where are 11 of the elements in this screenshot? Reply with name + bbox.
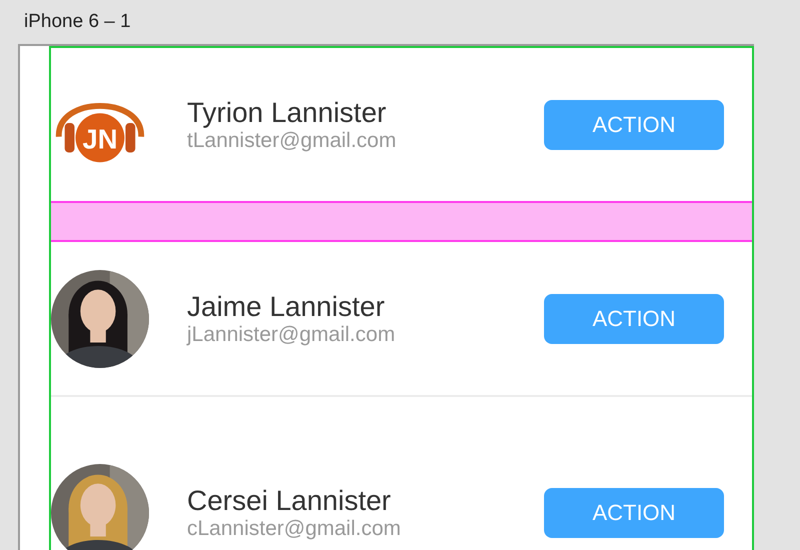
contact-email: cLannister@gmail.com — [187, 517, 401, 541]
artboard-title: iPhone 6 – 1 — [23, 10, 131, 34]
contact-email: tLannister@gmail.com — [187, 128, 396, 152]
action-button[interactable]: ACTION — [544, 488, 724, 538]
contact-name: Cersei Lannister — [187, 485, 392, 517]
contact-email: jLannister@gmail.com — [187, 322, 396, 346]
logo-text: JN — [82, 123, 118, 154]
contact-name: Jaime Lannister — [187, 290, 386, 322]
action-button[interactable]: ACTION — [544, 100, 724, 150]
action-button[interactable]: ACTION — [544, 294, 724, 344]
contact-name: Tyrion Lannister — [187, 96, 388, 128]
